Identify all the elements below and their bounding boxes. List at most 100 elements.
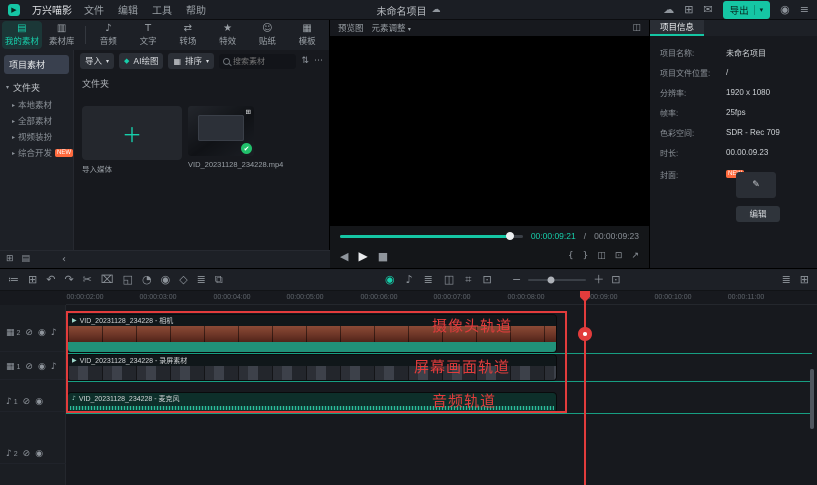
- delete-icon[interactable]: ⌧: [101, 274, 114, 285]
- sidebar-item-video-assets[interactable]: ▸ 视频装扮: [0, 129, 73, 145]
- edit-cover-button[interactable]: 编辑: [736, 206, 780, 222]
- mute-icon[interactable]: ♪: [51, 329, 57, 338]
- eye-icon[interactable]: ◉: [38, 329, 46, 338]
- menu-file[interactable]: 文件: [84, 2, 104, 17]
- seek-knob[interactable]: [506, 232, 514, 240]
- track-height-icon[interactable]: ≣: [782, 274, 791, 285]
- sidebar-item-all-media[interactable]: ▸ 全部素材: [0, 113, 73, 129]
- video-canvas[interactable]: [330, 36, 649, 226]
- tab-stock-media[interactable]: ▥ 素材库: [42, 21, 82, 49]
- zoom-slider[interactable]: [528, 279, 586, 281]
- track-header-video-1[interactable]: ▦ 1 ⊘ ◉ ♪: [0, 355, 66, 380]
- preview-settings-icon[interactable]: ◫: [632, 24, 641, 33]
- media-clip-tile[interactable]: ⊞ ✔: [188, 106, 254, 156]
- mute-icon[interactable]: ♪: [51, 363, 57, 372]
- lock-icon[interactable]: ⊘: [23, 398, 31, 407]
- screen-record-icon[interactable]: ◉: [385, 274, 395, 285]
- tab-templates[interactable]: ▦ 模板: [287, 21, 327, 49]
- cloud-sync-icon[interactable]: ☁: [432, 6, 441, 15]
- lock-icon[interactable]: ⊘: [25, 363, 33, 372]
- play-icon[interactable]: ▶: [358, 249, 367, 263]
- eye-icon[interactable]: ◉: [38, 363, 46, 372]
- zoom-knob[interactable]: [548, 276, 555, 283]
- app-menu-icon[interactable]: ≡: [800, 4, 809, 15]
- tab-my-media[interactable]: ▤ 我的素材: [2, 21, 42, 49]
- mixer-icon[interactable]: ≣: [424, 274, 433, 285]
- new-folder-icon[interactable]: ⊞: [6, 255, 14, 264]
- more-options-icon[interactable]: ⋯: [314, 57, 323, 66]
- cloud-upload-icon[interactable]: ☁: [663, 4, 674, 15]
- sidebar-item-misc[interactable]: ▸ 综合开发 NEW: [0, 145, 73, 161]
- export-frame-icon[interactable]: ⊡: [482, 274, 491, 285]
- menu-edit[interactable]: 编辑: [118, 2, 138, 17]
- stop-icon[interactable]: ■: [378, 251, 388, 262]
- search-box[interactable]: [219, 54, 296, 69]
- timeline-scrollbar[interactable]: [810, 369, 814, 429]
- preview-adjust-dropdown[interactable]: 元素调整 ▾: [372, 22, 411, 34]
- zoom-fit-icon[interactable]: ⊡: [611, 274, 620, 285]
- split-icon[interactable]: ✂: [83, 274, 92, 285]
- menu-help[interactable]: 帮助: [186, 2, 206, 17]
- mark-out-icon[interactable]: }: [583, 252, 589, 261]
- export-chevron-icon[interactable]: ▾: [760, 6, 764, 14]
- previous-frame-icon[interactable]: ◀: [340, 251, 348, 262]
- tab-project-info[interactable]: 项目信息: [650, 20, 704, 36]
- render-icon[interactable]: ⌗: [465, 274, 471, 285]
- eye-icon[interactable]: ◉: [35, 398, 43, 407]
- user-avatar-icon[interactable]: ◉: [780, 4, 790, 15]
- tab-text[interactable]: T 文字: [128, 21, 168, 49]
- undo-icon[interactable]: ↶: [46, 274, 55, 285]
- redo-icon[interactable]: ↷: [64, 274, 73, 285]
- crop-icon[interactable]: ◱: [123, 274, 133, 285]
- sidebar-item-local-media[interactable]: ▸ 本地素材: [0, 97, 73, 113]
- properties-icon[interactable]: ≣: [197, 274, 206, 285]
- speed-icon[interactable]: ◔: [142, 274, 152, 285]
- keyframe-icon[interactable]: ◇: [179, 274, 187, 285]
- eye-icon[interactable]: ◉: [35, 450, 43, 459]
- sort-button[interactable]: ▦ 排序 ▾: [168, 53, 214, 69]
- field-label: 帧率:: [660, 108, 726, 119]
- sidebar-item-folders[interactable]: ▾ 文件夹: [0, 78, 73, 97]
- voiceover-icon[interactable]: ♪: [406, 274, 413, 285]
- info-row: 时长: 00.00.09.23: [660, 148, 811, 159]
- layout-icon[interactable]: ⊞: [684, 4, 693, 15]
- track-header-video-2[interactable]: ▦ 2 ⊘ ◉ ♪: [0, 315, 66, 352]
- export-button[interactable]: 导出 ▾: [723, 1, 771, 19]
- filter-icon[interactable]: ⇅: [301, 57, 309, 66]
- cover-thumbnail[interactable]: ✎: [736, 172, 776, 198]
- menu-tools[interactable]: 工具: [152, 2, 172, 17]
- track-header-audio-1[interactable]: ♪ 1 ⊘ ◉: [0, 393, 66, 412]
- tab-stickers[interactable]: ☺ 贴纸: [247, 21, 287, 49]
- crop-preview-icon[interactable]: ⊡: [615, 252, 623, 261]
- sidebar-item-project-media[interactable]: 项目素材: [4, 55, 69, 74]
- zoom-out-icon[interactable]: −: [512, 274, 521, 285]
- import-button[interactable]: 导入 ▾: [80, 53, 114, 69]
- mark-in-icon[interactable]: {: [568, 252, 574, 261]
- snapshot-frame-icon[interactable]: ◫: [444, 274, 454, 285]
- preview-mode-label: 预览图: [338, 22, 364, 34]
- timeline-ruler[interactable]: 00:00:02:00 00:00:03:00 00:00:04:00 00:0…: [66, 291, 817, 305]
- playhead-line[interactable]: [584, 291, 586, 485]
- ai-paint-button[interactable]: ◆ AI绘图: [119, 53, 163, 69]
- media-manager-icon[interactable]: ≔: [8, 274, 19, 285]
- zoom-in-icon[interactable]: ＋: [593, 274, 604, 285]
- search-input[interactable]: [233, 57, 292, 66]
- pip-icon[interactable]: ⧉: [215, 274, 223, 285]
- import-media-tile[interactable]: ＋: [82, 106, 182, 160]
- feedback-icon[interactable]: ✉: [703, 4, 712, 15]
- tab-transitions[interactable]: ⇄ 转场: [168, 21, 208, 49]
- tab-effects[interactable]: ★ 特效: [208, 21, 248, 49]
- tab-audio[interactable]: ♪ 音频: [88, 21, 128, 49]
- track-grid-icon[interactable]: ⊞: [28, 274, 37, 285]
- track-manage-icon[interactable]: ⊞: [800, 274, 809, 285]
- snapshot-icon[interactable]: ◫: [597, 252, 606, 261]
- track-header-audio-2[interactable]: ♪ 2 ⊘ ◉: [0, 445, 66, 464]
- marker-icon[interactable]: ◉: [161, 274, 171, 285]
- seek-bar[interactable]: [340, 235, 523, 238]
- fullscreen-icon[interactable]: ↗: [631, 252, 639, 261]
- collapse-sidebar-icon[interactable]: ‹: [62, 254, 66, 265]
- timeline-center-tools: ◉ ♪ ≣ ◫ ⌗ ⊡: [385, 274, 492, 285]
- list-view-icon[interactable]: ▤: [22, 255, 31, 264]
- lock-icon[interactable]: ⊘: [23, 450, 31, 459]
- lock-icon[interactable]: ⊘: [25, 329, 33, 338]
